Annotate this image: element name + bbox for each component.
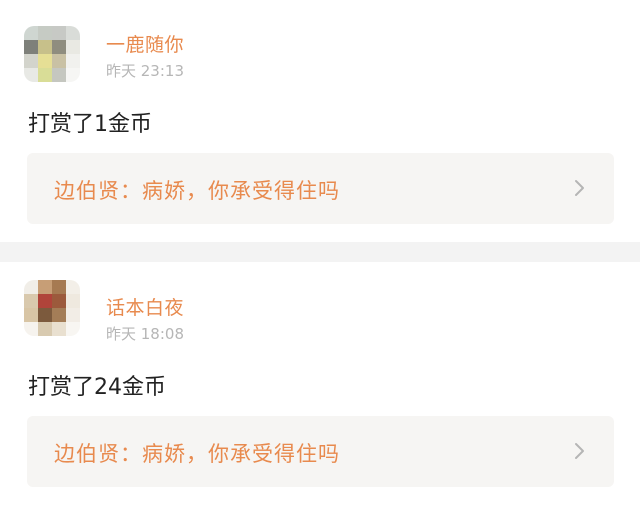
feed-item: 话本白夜 昨天 18:08 打赏了24金币 边伯贤：病娇，你承受得住吗 [0, 262, 640, 520]
reward-message: 打赏了1金币 [28, 112, 152, 137]
chevron-right-icon [575, 180, 584, 196]
book-link[interactable]: 边伯贤：病娇，你承受得住吗 [27, 416, 614, 487]
timestamp: 昨天 23:13 [106, 62, 184, 80]
timestamp: 昨天 18:08 [106, 325, 184, 343]
chevron-right-icon [575, 443, 584, 459]
user-avatar-icon[interactable] [24, 26, 80, 82]
book-title: 边伯贤：病娇，你承受得住吗 [54, 179, 340, 203]
feed-item: 一鹿随你 昨天 23:13 打赏了1金币 边伯贤：病娇，你承受得住吗 [0, 0, 640, 242]
username-link[interactable]: 一鹿随你 [106, 30, 184, 57]
reward-message: 打赏了24金币 [28, 375, 166, 400]
book-link[interactable]: 边伯贤：病娇，你承受得住吗 [27, 153, 614, 224]
user-avatar-icon[interactable] [24, 280, 80, 336]
book-title: 边伯贤：病娇，你承受得住吗 [54, 442, 340, 466]
username-link[interactable]: 话本白夜 [106, 293, 184, 320]
